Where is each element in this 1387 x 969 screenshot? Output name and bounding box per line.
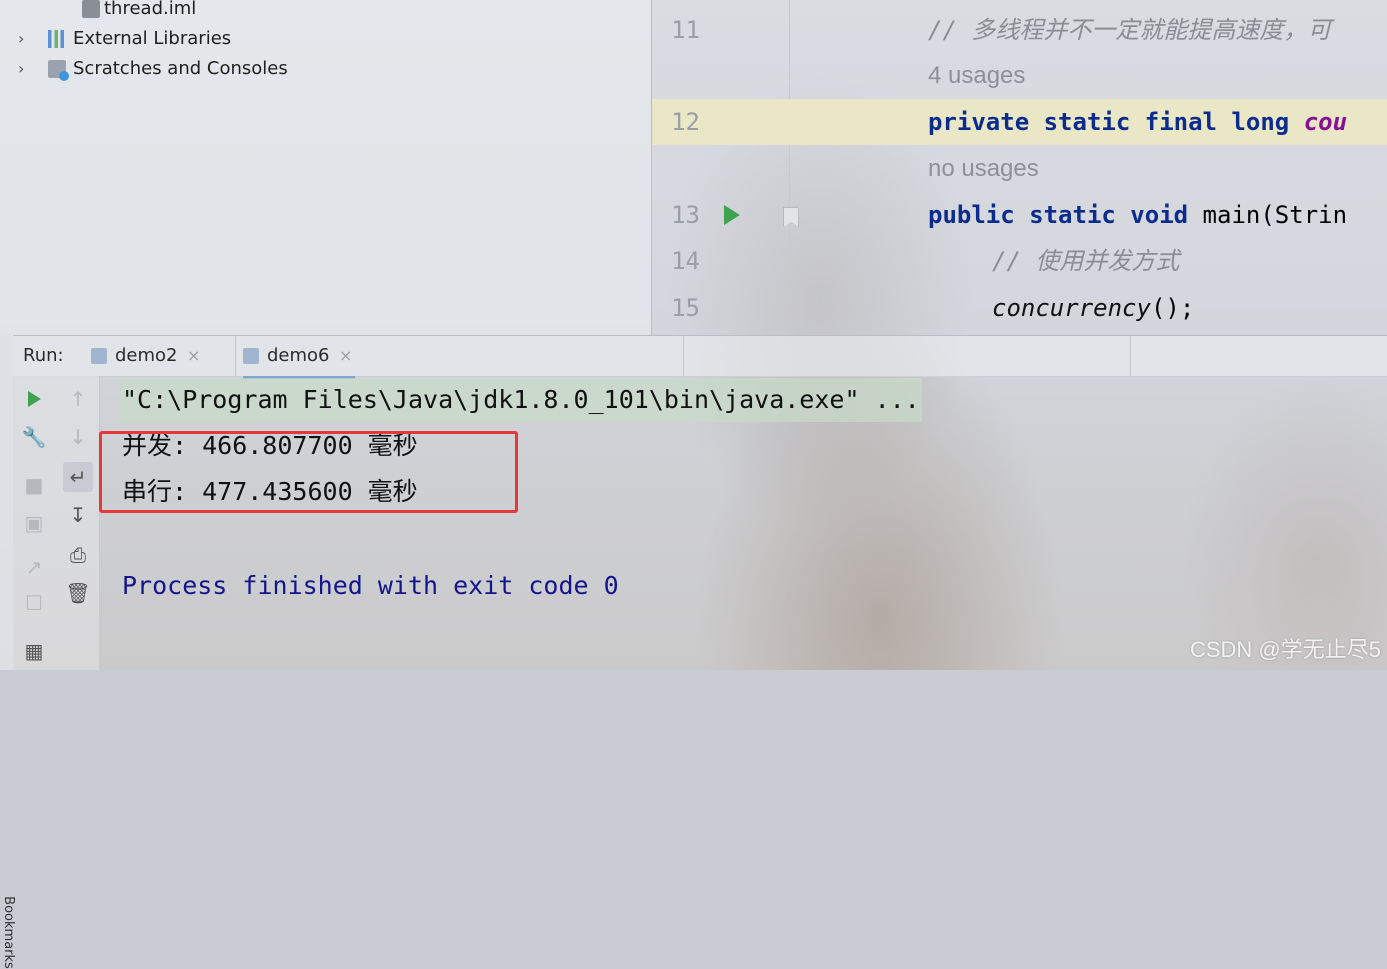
header-divider (683, 336, 684, 376)
console-output[interactable]: "C:\Program Files\Java\jdk1.8.0_101\bin\… (100, 376, 1387, 670)
annotation-highlight-box (99, 431, 518, 513)
console-exit-line: Process finished with exit code 0 (122, 571, 619, 600)
run-main-icon[interactable] (724, 205, 740, 225)
wrench-icon[interactable]: 🔧 (19, 422, 49, 452)
stop-icon[interactable]: ■ (19, 470, 49, 500)
down-arrow-icon[interactable]: ↓ (63, 422, 93, 452)
code-line-12[interactable]: 12 private static final long cou (652, 99, 1387, 145)
chevron-right-icon[interactable]: › (18, 25, 24, 53)
console-command-line[interactable]: "C:\Program Files\Java\jdk1.8.0_101\bin\… (120, 378, 922, 422)
code-line-13[interactable]: 13 public static void main(Strin (652, 192, 1387, 238)
print-icon[interactable]: ⎙ (63, 540, 93, 570)
soft-wrap-icon[interactable]: ↵ (63, 462, 93, 492)
up-arrow-icon[interactable]: ↑ (63, 384, 93, 414)
exit-icon[interactable]: ↗ (19, 552, 49, 582)
line-number: 15 (671, 294, 700, 322)
line-number: 11 (671, 16, 700, 44)
tree-item-thread-iml[interactable]: thread.iml (0, 0, 400, 23)
tab-demo2[interactable]: demo2 × (91, 336, 211, 376)
layout-icon[interactable]: ▦ (19, 636, 49, 666)
inlay-hint[interactable]: 4 usages (928, 53, 1025, 99)
code-text: (); (1150, 294, 1195, 322)
camera-icon[interactable]: ▣ (19, 508, 49, 538)
run-config-icon (243, 348, 259, 364)
run-config-icon (91, 348, 107, 364)
pin-icon[interactable]: ☐ (19, 588, 49, 618)
code-text: main(Strin (1202, 201, 1348, 229)
run-toolbar: ↑ 🔧 ↓ ■ ↵ ▣ ↧ ↗ ⎙ ☐ 🗑 ▦ (13, 376, 100, 670)
usage-hint[interactable]: 4 usages (652, 53, 1387, 99)
close-icon[interactable]: × (187, 336, 200, 376)
tab-demo6[interactable]: demo6 × (243, 336, 355, 379)
header-divider (1130, 336, 1131, 376)
chevron-right-icon[interactable]: › (18, 55, 24, 83)
tree-item-scratches-and-consoles[interactable]: › Scratches and Consoles (0, 55, 400, 83)
left-tool-stripe: Bookmarks (0, 335, 16, 969)
project-tree: thread.iml › External Libraries › Scratc… (0, 0, 652, 335)
tree-item-external-libraries[interactable]: › External Libraries (0, 25, 400, 53)
close-icon[interactable]: × (339, 336, 352, 376)
trash-icon[interactable]: 🗑 (63, 578, 93, 608)
code-field: cou (1303, 108, 1348, 136)
scratches-icon (48, 60, 69, 81)
code-line-15[interactable]: 15 concurrency(); (652, 285, 1387, 331)
code-comment: // 使用并发方式 (992, 247, 1180, 275)
rerun-button[interactable] (19, 384, 49, 414)
watermark: CSDN @学无止尽5 (1189, 637, 1381, 662)
tab-separator (235, 336, 236, 376)
code-comment: // 多线程并不一定就能提高速度，可 (928, 16, 1332, 44)
line-number: 14 (671, 247, 700, 275)
line-number: 13 (671, 201, 700, 229)
code-method-call: concurrency (992, 294, 1151, 322)
bookmarks-tool-label[interactable]: Bookmarks (1, 896, 16, 969)
run-label: Run: (23, 345, 64, 366)
scroll-to-end-icon[interactable]: ↧ (63, 500, 93, 530)
run-panel-header: Run: demo2 × demo6 × (13, 335, 1387, 379)
file-icon (82, 0, 100, 18)
code-keywords: private static final long (928, 108, 1290, 136)
code-line-11[interactable]: 11 // 多线程并不一定就能提高速度，可 (652, 7, 1387, 53)
line-number: 12 (671, 108, 700, 136)
code-line-14[interactable]: 14 // 使用并发方式 (652, 238, 1387, 284)
inlay-hint[interactable]: no usages (928, 146, 1039, 192)
usage-hint[interactable]: no usages (652, 146, 1387, 192)
code-editor[interactable]: 11 // 多线程并不一定就能提高速度，可 4 usages 12 privat… (652, 0, 1387, 335)
libraries-icon (48, 30, 66, 48)
code-keywords: public static void (928, 201, 1189, 229)
